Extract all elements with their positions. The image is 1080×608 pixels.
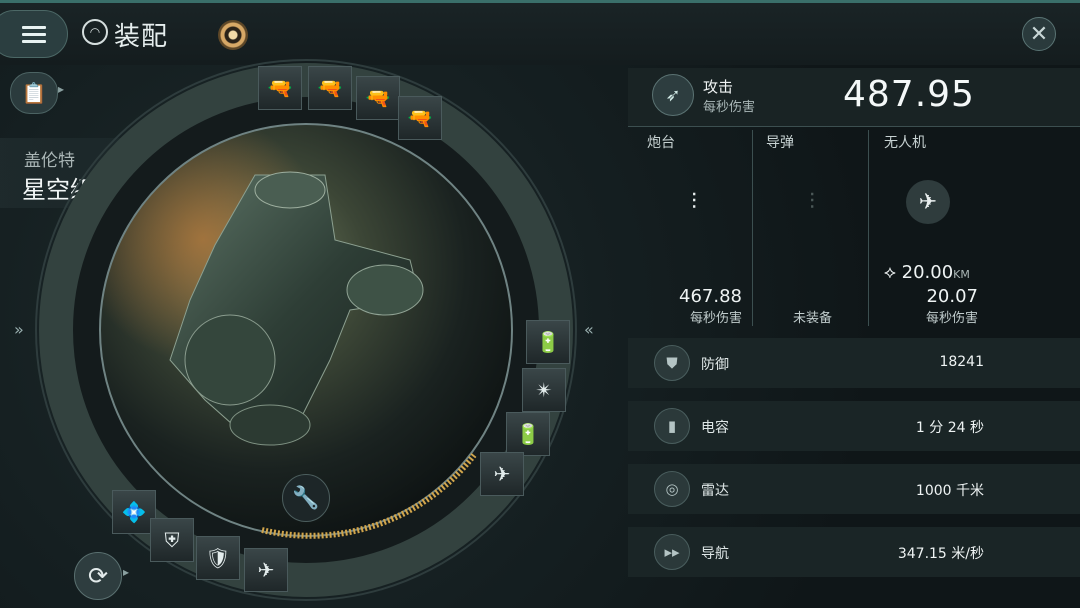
wrench-icon: 🔧 — [292, 485, 320, 511]
stat-label: 导航 — [701, 546, 729, 562]
stat-label: 雷达 — [701, 483, 729, 499]
radar-icon: ◎ — [654, 471, 690, 507]
mid-slot-1[interactable]: 🔋 — [526, 320, 570, 364]
drone-dps-unit: 每秒伤害 — [925, 311, 978, 326]
attack-sublabel: 每秒伤害 — [703, 100, 756, 115]
drone-dps-value: 20.07 — [926, 286, 978, 307]
shield-icon: ⛊ — [654, 345, 690, 381]
drone-module-icon: ✈ — [493, 462, 511, 486]
capacitor-icon: ▮ — [654, 408, 690, 444]
stat-row-navigation[interactable] — [628, 527, 1080, 577]
range-icon: ⟡ — [884, 262, 902, 283]
high-slot-1[interactable]: 🔫 — [258, 66, 302, 110]
expand-arrow-icon: ▸ — [123, 565, 130, 579]
stat-row-radar[interactable] — [628, 464, 1080, 514]
low-slot-2[interactable]: ⛨ — [150, 518, 194, 562]
missile-icon: ⫶ — [809, 189, 815, 215]
repair-button[interactable]: 🔧 — [282, 474, 330, 522]
turret-module-icon: 🔫 — [267, 76, 293, 100]
stat-value: 347.15 米/秒 — [897, 546, 984, 562]
navigation-icon: ▸▸ — [654, 534, 690, 570]
switch-ship-button[interactable]: ⟳ — [74, 552, 122, 600]
close-icon: ✕ — [1029, 21, 1049, 47]
turret-module-icon: 🔫 — [365, 86, 391, 110]
divider — [868, 130, 869, 326]
swap-icon: ⟳ — [87, 562, 109, 590]
stat-value: 18241 — [939, 354, 984, 370]
stat-row-defense[interactable] — [628, 338, 1080, 388]
drone-slot[interactable]: ✈ — [480, 452, 524, 496]
mid-slot-3[interactable]: 🔋 — [506, 412, 550, 456]
turret-module-icon: 🔫 — [407, 106, 433, 130]
thruster-module-icon: 💠 — [121, 500, 147, 524]
drone-title: 无人机 — [884, 135, 926, 151]
attack-dps-value: 487.95 — [843, 74, 975, 115]
divider — [752, 130, 753, 326]
turret-dps-unit: 每秒伤害 — [689, 311, 742, 326]
stat-value: 1000 千米 — [915, 483, 984, 499]
armor-plate-icon: 🛡 — [205, 546, 231, 570]
rig-slot[interactable]: ✈ — [244, 548, 288, 592]
turret-icon: ⫶ — [691, 189, 697, 215]
close-button[interactable]: ✕ — [1022, 17, 1056, 51]
drone-icon: ✈ — [906, 180, 950, 224]
low-slot-3[interactable]: 🛡 — [196, 536, 240, 580]
high-slot-4[interactable]: 🔫 — [398, 96, 442, 140]
attack-label: 攻击 — [703, 78, 734, 96]
stat-value: 1 分 24 秒 — [915, 420, 984, 436]
shield-module-icon: 🔋 — [535, 330, 561, 354]
missile-status: 未装备 — [792, 311, 832, 326]
stat-label: 防御 — [701, 357, 729, 373]
stat-label: 电容 — [701, 420, 729, 436]
missile-title: 导弹 — [766, 135, 794, 151]
turret-dps-value: 467.88 — [679, 286, 742, 307]
battery-module-icon: 🔋 — [515, 422, 541, 446]
stat-row-capacitor[interactable] — [628, 401, 1080, 451]
ship-rig-icon: ✈ — [257, 558, 275, 582]
high-slot-3[interactable]: 🔫 — [356, 76, 400, 120]
divider — [628, 126, 1080, 127]
mid-slot-2[interactable]: ✴ — [522, 368, 566, 412]
high-slot-2[interactable]: 🔫 — [308, 66, 352, 110]
drone-range: ⟡ 20.00KM — [884, 262, 970, 283]
attack-icon: ➶ — [652, 74, 694, 116]
turret-module-icon: 🔫 — [317, 76, 343, 100]
web-module-icon: ✴ — [535, 378, 553, 402]
armor-module-icon: ⛨ — [164, 528, 180, 552]
turret-title: 炮台 — [647, 135, 675, 151]
